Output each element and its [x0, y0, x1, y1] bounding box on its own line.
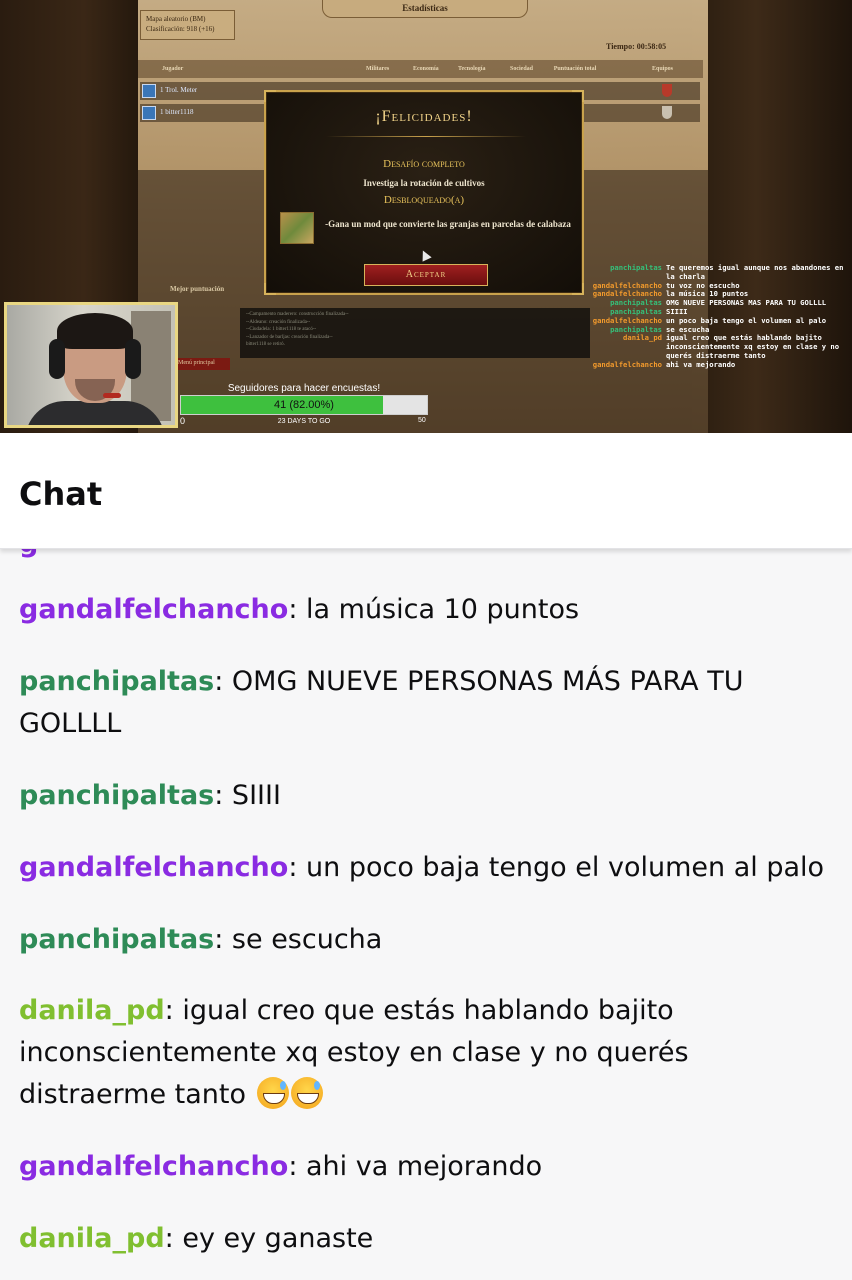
log-line: bitter1118 se retiró.: [246, 342, 285, 347]
chat-title: Chat: [19, 475, 103, 513]
follower-goal-days: 23 DAYS TO GO: [277, 418, 331, 425]
overlay-chat-username: panchipaltas: [610, 263, 662, 272]
overlay-chat-text: Te queremos igual aunque nos abandones e…: [666, 263, 844, 281]
chat-message: gandalfelchancho: la música 10 puntos: [19, 589, 834, 631]
follower-goal-max: 50: [418, 417, 426, 424]
overlay-chat-text: OMG NUEVE PERSONAS MAS PARA TU GOLLLL: [666, 298, 827, 308]
map-rating: Clasificación: 918 (+16): [146, 24, 215, 33]
chat-message: danila_pd: ey ey ganaste: [19, 1218, 834, 1260]
team-emblem-icon: [662, 106, 672, 119]
map-name: Mapa aleatorio (BM): [146, 15, 206, 23]
overlay-chat-message: panchipaltas Te queremos igual aunque nos…: [566, 263, 848, 282]
log-line: --Lanzador de barljas: creación finaliza…: [246, 334, 333, 340]
col-total-score: Puntuación total: [553, 66, 597, 72]
accept-button[interactable]: Aceptar: [364, 264, 488, 286]
reward-thumbnail: [280, 212, 314, 244]
chat-username[interactable]: danila_pd: [19, 995, 165, 1026]
stats-title: Estadísticas: [322, 0, 528, 18]
chat-message-clipped: g: [19, 549, 38, 565]
chat-message: danila_pd: igual creo que estás hablando…: [19, 990, 834, 1116]
chat-message-text: : SIIII: [214, 780, 281, 811]
overlay-chat-username: danila_pd: [623, 333, 662, 343]
chat-message-text: : se escucha: [214, 924, 383, 955]
chat-message: gandalfelchancho: ahi va mejorando: [19, 1146, 834, 1188]
chat-message: panchipaltas: SIIII: [19, 775, 834, 817]
chat-username[interactable]: gandalfelchancho: [19, 852, 288, 883]
chat-message: panchipaltas: se escucha: [19, 919, 834, 961]
chat-message: gandalfelchancho: un poco baja tengo el …: [19, 847, 834, 889]
player-color-icon: [142, 106, 156, 120]
sweat-smile-emoji-icon: [290, 1077, 323, 1109]
best-score-label: Mejor puntuación: [170, 285, 225, 293]
log-line: --Campamento maderero: construcción fina…: [246, 312, 349, 317]
chat-username[interactable]: danila_pd: [19, 1223, 165, 1254]
microphone-icon: [103, 393, 121, 398]
overlay-chat-text: igual creo que estás hablando bajito inc…: [666, 333, 840, 360]
team-emblem-icon: [662, 84, 672, 97]
chat-message: panchipaltas: OMG NUEVE PERSONAS MÁS PAR…: [19, 661, 834, 745]
corner-ornament: [264, 90, 276, 102]
overlay-chat-message: gandalfelchancho ahi va mejorando: [566, 359, 848, 370]
col-player: Jugador: [162, 66, 184, 72]
col-military: Militares: [366, 66, 390, 72]
dialog-subtitle: Desafío completo: [383, 158, 465, 170]
chat-message-text: : un poco baja tengo el volumen al palo: [288, 852, 825, 883]
follower-goal-label: Seguidores para hacer encuestas!: [227, 383, 381, 394]
streamer-shirt: [25, 401, 165, 425]
corner-ornament: [264, 283, 276, 295]
log-line: --Aldeano: creación finalizada--: [246, 319, 311, 325]
overlay-chat-text: ahi va mejorando: [666, 359, 736, 369]
col-society: Sociedad: [510, 66, 534, 72]
player-color-icon: [142, 84, 156, 98]
corner-ornament: [572, 90, 584, 102]
event-log: --Campamento maderero: construcción fina…: [240, 308, 590, 358]
col-technology: Tecnología: [458, 66, 486, 72]
chat-username[interactable]: gandalfelchancho: [19, 1151, 288, 1182]
game-timer: Tiempo: 00:58:05: [606, 42, 667, 51]
unlocked-label: Desbloqueado(a): [383, 194, 465, 206]
chat-username[interactable]: panchipaltas: [19, 924, 214, 955]
divider: [326, 136, 526, 137]
stream-chat-overlay: panchipaltas Te queremos igual aunque nos…: [566, 263, 848, 370]
streamer-hair: [57, 313, 133, 349]
headset-icon: [49, 339, 65, 379]
chat-message-text: : ey ey ganaste: [164, 1223, 374, 1254]
chat-username[interactable]: gandalfelchancho: [19, 594, 288, 625]
chat-message-list[interactable]: g gandalfelchancho: la música 10 puntos …: [0, 549, 852, 1280]
chat-header: Chat: [0, 433, 852, 549]
chat-message-text: : la música 10 puntos: [288, 594, 580, 625]
col-teams: Equipos: [652, 66, 674, 72]
sweat-smile-emoji-icon: [256, 1077, 289, 1109]
chat-message-text: : ahi va mejorando: [288, 1151, 543, 1182]
challenge-description: Investiga la rotación de cultivos: [363, 178, 485, 188]
map-info: Mapa aleatorio (BM) Clasificación: 918 (…: [140, 10, 235, 40]
log-line: --Ciudadela: 1 bitter1118 te atacó--: [246, 327, 317, 332]
chat-username[interactable]: panchipaltas: [19, 666, 214, 697]
overlay-chat-message: danila_pd igual creo que estás hablando b…: [566, 333, 848, 360]
dialog-title: ¡Felicidades!: [375, 108, 473, 125]
main-menu-tab: Menú principal: [174, 358, 230, 370]
follower-goal-value: 41 (82.00%): [274, 399, 334, 411]
chat-username[interactable]: panchipaltas: [19, 780, 214, 811]
reward-text: -Gana un mod que convierte las granjas e…: [325, 219, 571, 229]
follower-goal-bar: 41 (82.00%): [180, 395, 428, 415]
stats-table-header: Jugador Militares Economía Tecnología So…: [138, 60, 703, 78]
challenge-complete-dialog: ¡Felicidades! Desafío completo Investiga…: [264, 90, 584, 295]
stream-video[interactable]: Mapa aleatorio (BM) Clasificación: 918 (…: [0, 0, 852, 433]
webcam-overlay: [4, 302, 178, 428]
overlay-chat-username: gandalfelchancho: [592, 359, 662, 369]
player-name: 1 bitter1118: [160, 108, 194, 116]
overlay-chat-message: panchipaltas OMG NUEVE PERSONAS MAS PARA …: [566, 298, 848, 308]
headset-icon: [125, 339, 141, 379]
col-economy: Economía: [413, 66, 439, 72]
player-name: 1 Trol. Meter: [160, 86, 198, 94]
